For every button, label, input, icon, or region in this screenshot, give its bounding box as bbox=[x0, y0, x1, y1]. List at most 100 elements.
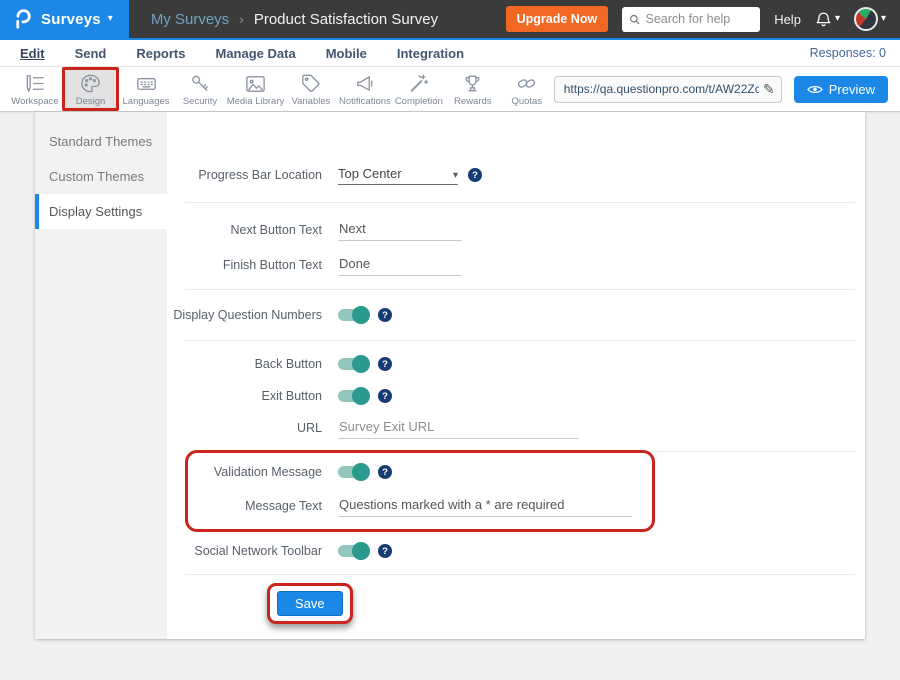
design-sidebar: Standard Themes Custom Themes Display Se… bbox=[35, 112, 167, 639]
toolbar-item-completion[interactable]: Completion bbox=[392, 70, 446, 108]
survey-url-value: https://qa.questionpro.com/t/AW22Zcq2J bbox=[564, 82, 759, 96]
finish-button-text-row: Finish Button Text bbox=[167, 252, 865, 278]
nav-item-mobile[interactable]: Mobile bbox=[326, 46, 367, 61]
notifications-menu[interactable]: ▾ bbox=[815, 11, 840, 28]
search-icon bbox=[629, 13, 640, 26]
chevron-down-icon: ▾ bbox=[108, 14, 113, 24]
help-icon[interactable]: ? bbox=[378, 389, 392, 403]
toolbar-item-quotas[interactable]: Quotas bbox=[500, 70, 554, 108]
quotas-icon bbox=[515, 72, 538, 95]
save-annotation-box: Save bbox=[267, 583, 353, 624]
social-network-toolbar-row: Social Network Toolbar ? bbox=[167, 538, 865, 564]
divider bbox=[185, 202, 855, 203]
languages-icon bbox=[135, 72, 158, 95]
toolbar-item-label: Variables bbox=[291, 96, 330, 107]
toolbar-item-label: Languages bbox=[123, 96, 170, 107]
nav-item-send[interactable]: Send bbox=[75, 46, 107, 61]
workspace-icon bbox=[23, 72, 46, 95]
toggle-knob bbox=[352, 355, 370, 373]
product-switcher[interactable]: Surveys ▾ bbox=[0, 0, 129, 38]
toolbar-item-languages[interactable]: Languages bbox=[119, 70, 173, 108]
chevron-down-icon: ▾ bbox=[881, 14, 886, 24]
toggle-knob bbox=[352, 306, 370, 324]
sidebar-item-custom-themes[interactable]: Custom Themes bbox=[35, 159, 167, 194]
chevron-down-icon: ▾ bbox=[453, 170, 458, 181]
preview-label: Preview bbox=[829, 82, 875, 97]
toolbar-item-media-library[interactable]: Media Library bbox=[227, 70, 284, 108]
next-button-text-label: Next Button Text bbox=[167, 223, 322, 237]
avatar bbox=[854, 7, 878, 31]
toolbar-item-label: Security bbox=[183, 96, 217, 107]
rewards-icon bbox=[461, 72, 484, 95]
survey-nav: Edit Send Reports Manage Data Mobile Int… bbox=[0, 40, 900, 67]
finish-button-text-input[interactable] bbox=[338, 254, 462, 276]
help-search-box[interactable] bbox=[622, 7, 760, 32]
validation-message-toggle[interactable] bbox=[338, 466, 368, 478]
save-button[interactable]: Save bbox=[277, 591, 343, 616]
toolbar-item-security[interactable]: Security bbox=[173, 70, 227, 108]
help-icon[interactable]: ? bbox=[378, 357, 392, 371]
exit-url-label: URL bbox=[167, 421, 322, 435]
progress-bar-location-select[interactable]: Top Center ▾ bbox=[338, 166, 458, 185]
next-button-text-row: Next Button Text bbox=[167, 217, 865, 243]
toolbar-item-label: Quotas bbox=[511, 96, 542, 107]
social-network-toolbar-toggle[interactable] bbox=[338, 545, 368, 557]
back-button-toggle[interactable] bbox=[338, 358, 368, 370]
next-button-text-input[interactable] bbox=[338, 219, 462, 241]
exit-url-input[interactable] bbox=[338, 417, 578, 439]
help-link[interactable]: Help bbox=[774, 12, 801, 27]
help-icon[interactable]: ? bbox=[468, 168, 482, 182]
notifications-icon bbox=[353, 72, 376, 95]
exit-url-row: URL bbox=[167, 415, 865, 441]
eye-icon bbox=[807, 84, 823, 95]
search-input[interactable] bbox=[645, 12, 753, 26]
breadcrumb-parent[interactable]: My Surveys bbox=[151, 11, 229, 28]
progress-bar-location-row: Progress Bar Location Top Center ▾ ? bbox=[167, 162, 865, 188]
breadcrumb-current: Product Satisfaction Survey bbox=[254, 11, 438, 28]
design-icon bbox=[79, 72, 102, 95]
responses-count[interactable]: Responses: 0 bbox=[810, 46, 886, 60]
progress-bar-location-value: Top Center bbox=[338, 166, 402, 181]
help-icon[interactable]: ? bbox=[378, 308, 392, 322]
toolbar-item-notifications[interactable]: Notifications bbox=[338, 70, 392, 108]
media-library-icon bbox=[244, 72, 267, 95]
toolbar-item-rewards[interactable]: Rewards bbox=[446, 70, 500, 108]
edit-url-icon[interactable]: ✎ bbox=[759, 81, 775, 98]
account-menu[interactable]: ▾ bbox=[854, 7, 886, 31]
help-icon[interactable]: ? bbox=[378, 465, 392, 479]
chevron-down-icon: ▾ bbox=[835, 14, 840, 24]
toolbar-item-variables[interactable]: Variables bbox=[284, 70, 338, 108]
sidebar-item-display-settings[interactable]: Display Settings bbox=[35, 194, 167, 229]
toolbar-item-label: Rewards bbox=[454, 96, 492, 107]
finish-button-text-label: Finish Button Text bbox=[167, 258, 322, 272]
survey-url-field[interactable]: https://qa.questionpro.com/t/AW22Zcq2J ✎ bbox=[554, 76, 782, 103]
divider bbox=[185, 289, 855, 290]
nav-item-edit[interactable]: Edit bbox=[20, 46, 45, 61]
validation-message-row: Validation Message ? bbox=[188, 459, 652, 485]
variables-icon bbox=[299, 72, 322, 95]
progress-bar-location-label: Progress Bar Location bbox=[167, 168, 322, 182]
toolbar-item-label: Notifications bbox=[339, 96, 391, 107]
toolbar-item-design[interactable]: Design bbox=[62, 67, 119, 111]
toolbar-item-label: Design bbox=[76, 96, 106, 107]
toolbar-item-label: Workspace bbox=[11, 96, 58, 107]
message-text-row: Message Text bbox=[188, 493, 652, 519]
nav-item-integration[interactable]: Integration bbox=[397, 46, 464, 61]
upgrade-now-button[interactable]: Upgrade Now bbox=[506, 6, 609, 32]
message-text-input[interactable] bbox=[338, 495, 632, 517]
display-question-numbers-toggle[interactable] bbox=[338, 309, 368, 321]
toggle-knob bbox=[352, 463, 370, 481]
toolbar-item-label: Completion bbox=[395, 96, 443, 107]
toolbar-item-workspace[interactable]: Workspace bbox=[8, 70, 62, 108]
nav-item-reports[interactable]: Reports bbox=[136, 46, 185, 61]
breadcrumb: My Surveys › Product Satisfaction Survey bbox=[151, 11, 438, 28]
divider bbox=[185, 340, 855, 341]
validation-message-label: Validation Message bbox=[188, 465, 322, 479]
help-icon[interactable]: ? bbox=[378, 544, 392, 558]
exit-button-toggle[interactable] bbox=[338, 390, 368, 402]
design-settings-card: Standard Themes Custom Themes Display Se… bbox=[35, 112, 865, 639]
top-header: Surveys ▾ My Surveys › Product Satisfact… bbox=[0, 0, 900, 40]
preview-button[interactable]: Preview bbox=[794, 76, 888, 103]
sidebar-item-standard-themes[interactable]: Standard Themes bbox=[35, 124, 167, 159]
nav-item-manage-data[interactable]: Manage Data bbox=[215, 46, 295, 61]
